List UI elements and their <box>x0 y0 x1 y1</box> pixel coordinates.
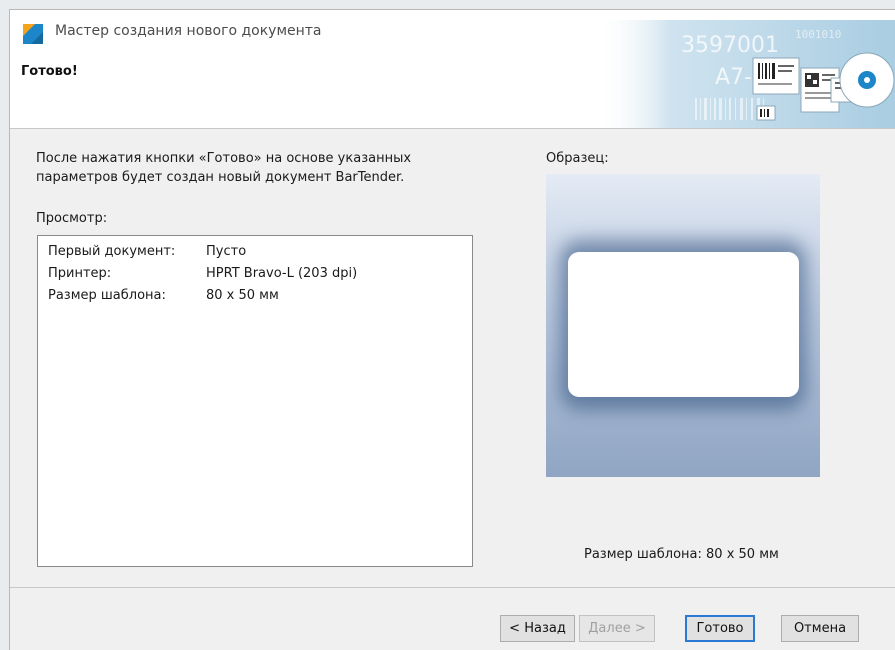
next-button[interactable]: Далее > <box>579 615 655 642</box>
page-title: Готово! <box>21 64 78 79</box>
wizard-content: После нажатия кнопки «Готово» на основе … <box>10 129 895 587</box>
banner-text-3: 1001010 <box>795 28 841 41</box>
window-title: Мастер создания нового документа <box>55 23 322 39</box>
label-card-4 <box>756 105 776 121</box>
preview-label: Просмотр: <box>36 211 108 226</box>
sample-preview <box>546 174 820 477</box>
sample-label: Образец: <box>546 151 609 166</box>
row-key: Принтер: <box>48 266 112 281</box>
row-key: Первый документ: <box>48 244 176 259</box>
label-template-shape <box>568 252 799 397</box>
description-text: После нажатия кнопки «Готово» на основе … <box>36 151 412 185</box>
row-value: HPRT Bravo-L (203 dpi) <box>206 266 358 281</box>
label-card-1 <box>752 57 800 95</box>
wizard-header: Готово! 3597001 A7-118 1001010 <box>10 20 895 129</box>
cd-disc <box>839 52 895 108</box>
banner-text-1: 3597001 <box>681 33 779 58</box>
back-button[interactable]: < Назад <box>500 615 575 642</box>
banner-image: 3597001 A7-118 1001010 <box>595 20 895 128</box>
wizard-footer: < Назад Далее > Готово Отмена <box>10 587 895 650</box>
preview-list[interactable]: Первый документ: Пусто Принтер: HPRT Bra… <box>37 235 473 567</box>
row-value: 80 x 50 мм <box>206 288 279 303</box>
sample-size-text: Размер шаблона: 80 x 50 мм <box>584 547 779 562</box>
row-value: Пусто <box>206 244 247 259</box>
cancel-button[interactable]: Отмена <box>781 615 859 642</box>
app-icon <box>23 24 43 44</box>
wizard-window: Мастер создания нового документа Готово!… <box>9 9 895 650</box>
finish-button[interactable]: Готово <box>685 615 755 642</box>
row-key: Размер шаблона: <box>48 288 166 303</box>
